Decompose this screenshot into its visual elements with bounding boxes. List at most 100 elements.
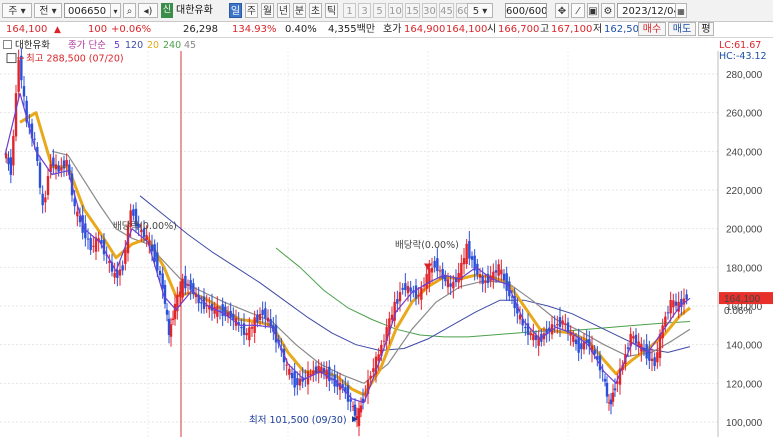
candle-body: [9, 157, 13, 175]
candle-body: [364, 393, 367, 395]
high-price: 167,100: [551, 24, 593, 35]
count-input[interactable]: 600/600: [505, 3, 547, 18]
candle-body: [494, 270, 498, 273]
period-button-3[interactable]: 년: [277, 3, 290, 18]
candle-body: [20, 55, 23, 81]
candle-body: [298, 378, 302, 386]
candle-body: [322, 368, 326, 373]
candle-body: [328, 366, 331, 382]
candle-body: [150, 244, 154, 252]
interval-button-1[interactable]: 1: [343, 3, 356, 18]
unit-value: 5: [472, 6, 480, 17]
candle-body: [44, 197, 47, 203]
line-tool-icon[interactable]: ⁄: [571, 3, 585, 18]
interval-button-5[interactable]: 5: [373, 3, 386, 18]
candle-body: [359, 405, 363, 413]
calendar-icon[interactable]: ▦: [675, 3, 687, 18]
save-icon[interactable]: ▣: [587, 3, 599, 18]
candle-body: [433, 261, 436, 268]
y-tick-label: 140,000: [726, 341, 763, 352]
candle-body: [481, 275, 484, 284]
unit-select[interactable]: 5 ▾: [467, 3, 493, 18]
period-button-5[interactable]: 초: [309, 3, 322, 18]
candle-body: [685, 294, 688, 300]
candle-body: [269, 319, 272, 327]
candle-body: [532, 333, 535, 341]
ma120-group: [139, 195, 691, 353]
period-button-2[interactable]: 월: [261, 3, 274, 18]
candle-body: [409, 287, 412, 292]
interval-button-15[interactable]: 15: [405, 3, 420, 18]
price-chart: 280,000 260,000 240,000 220,000 200,000 180,0…: [0, 47, 773, 437]
candle-body: [173, 303, 177, 320]
candle-body: [285, 364, 288, 366]
sell-button[interactable]: 매도: [668, 22, 696, 36]
period-type-select[interactable]: 주 ▾: [2, 3, 32, 18]
buy-button[interactable]: 매수: [638, 22, 666, 36]
candle-body: [41, 193, 44, 206]
candle-body: [200, 302, 203, 304]
interval-button-45[interactable]: 45: [439, 3, 454, 18]
candle-body: [229, 310, 232, 318]
turnover-percent: 0.40%: [285, 24, 317, 35]
candle-body: [46, 176, 50, 195]
candle-body: [184, 275, 187, 289]
candle-body: [33, 138, 36, 140]
legend-stock-name: 대한유화: [15, 40, 50, 51]
candle-body: [420, 287, 423, 300]
crosshair-icon[interactable]: ✥: [555, 3, 569, 18]
candle-body: [430, 267, 434, 273]
quote-label: 호가: [383, 24, 402, 35]
speaker-icon[interactable]: ◂): [138, 3, 158, 18]
candle-body: [438, 270, 442, 272]
candle-body: [605, 382, 609, 397]
candle-body: [17, 59, 20, 92]
candle-body: [89, 238, 92, 251]
y-tick-label: 280,000: [726, 70, 763, 81]
candle-body: [156, 252, 159, 271]
candle-body: [613, 388, 617, 391]
candle-body: [169, 324, 173, 337]
candle-body: [452, 281, 455, 289]
toolbar: 주 ▾ 전 ▾ 006650 ▾ ⌕ ◂) 신 대한유화 일주월년분초틱 135…: [0, 0, 773, 22]
market-select[interactable]: 전 ▾: [34, 3, 62, 18]
candle-body: [417, 295, 420, 297]
candle-body: [186, 284, 190, 286]
candle-body: [7, 157, 10, 165]
gear-icon[interactable]: ⚙: [601, 3, 615, 18]
candle-body: [62, 160, 66, 169]
interval-button-3[interactable]: 3: [358, 3, 371, 18]
candle-body: [248, 327, 251, 341]
search-icon[interactable]: ⌕: [123, 3, 136, 18]
average-button[interactable]: 평: [698, 22, 714, 36]
period-button-4[interactable]: 분: [293, 3, 306, 18]
market-value: 전: [39, 6, 49, 17]
period-button-0[interactable]: 일: [229, 3, 242, 18]
legend-box-icon[interactable]: [3, 40, 12, 49]
change-percent: +0.06%: [111, 24, 152, 35]
candle-body: [245, 332, 248, 336]
candle-body: [250, 327, 254, 329]
candle-body: [611, 392, 615, 402]
candle-body: [216, 306, 219, 317]
period-button-6[interactable]: 틱: [325, 3, 338, 18]
dividend-marker-1: 배당락(0.00%): [113, 220, 177, 232]
interval-button-30[interactable]: 30: [422, 3, 437, 18]
annotations: 최고 288,500 (07/20) 최저 101,500 (09/30) 배당락(…: [6, 53, 773, 426]
legend: 대한유화 종가 단순 5 120 20 240 45 LC:61.67 HC:-…: [0, 39, 773, 62]
interval-button-10[interactable]: 10: [388, 3, 403, 18]
period-button-1[interactable]: 주: [245, 3, 258, 18]
candle-body: [500, 269, 503, 275]
candle-body: [256, 314, 259, 323]
low-marker-label: 최저 101,500 (09/30): [249, 415, 347, 426]
candle-body: [465, 243, 468, 264]
code-dropdown-button[interactable]: ▾: [110, 3, 121, 18]
quote-bar: 164,100 ▲ 100 +0.06% 26,298 134.93% 0.40…: [0, 22, 773, 38]
candle-body: [165, 309, 169, 315]
candle-body: [38, 162, 42, 188]
candle-body: [221, 304, 224, 316]
y-tick-label: 120,000: [726, 379, 763, 390]
candle-body: [580, 343, 583, 350]
candle-body: [497, 264, 500, 276]
candle-body: [57, 165, 60, 172]
